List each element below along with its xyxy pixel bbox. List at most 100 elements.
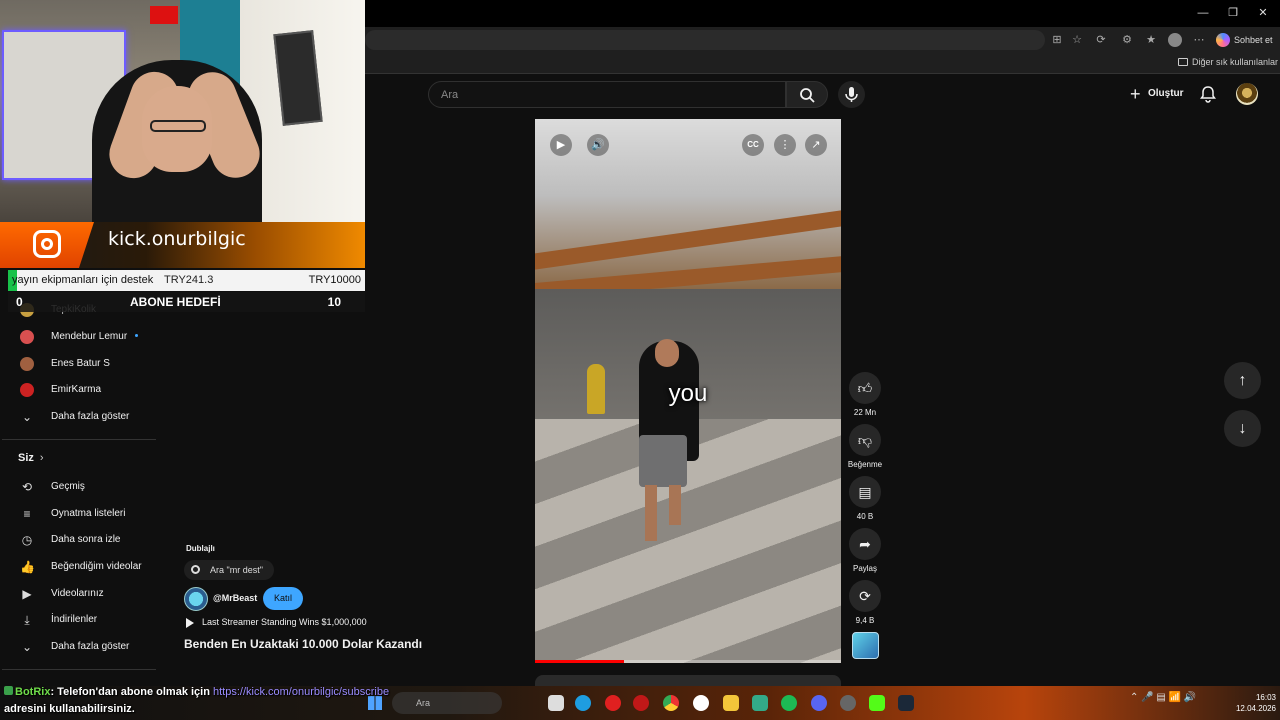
share-button[interactable]: ➦: [849, 528, 881, 560]
show-more-label: Daha fazla göster: [51, 411, 130, 422]
watch-later-icon: ◷: [21, 533, 33, 547]
fullscreen-icon[interactable]: ↗: [805, 134, 827, 156]
search-suggestion-chip[interactable]: Ara "mr dest": [184, 560, 274, 580]
sidebar-item-liked-videos[interactable]: 👍 Beğendiğim videolar: [16, 554, 156, 580]
sidebar-item-label: Beğendiğim videolar: [51, 561, 142, 572]
remix-count: 9,4 B: [855, 616, 875, 625]
play-icon: [186, 618, 194, 628]
app-icon[interactable]: [840, 695, 856, 711]
remix-icon: ⟳: [859, 588, 871, 604]
chat-message: BotRix: Telefon'dan abone olmak için htt…: [4, 686, 389, 698]
voice-search-button[interactable]: [838, 81, 865, 108]
download-icon: ⤓: [24, 613, 30, 627]
channel-avatar: [20, 357, 34, 371]
file-explorer-icon[interactable]: [723, 695, 739, 711]
account-avatar[interactable]: [1236, 83, 1258, 105]
channel-avatar: [20, 383, 34, 397]
maximize-icon[interactable]: ❐: [1226, 6, 1240, 20]
play-icon[interactable]: ▶: [550, 134, 572, 156]
comments-button[interactable]: ▤: [849, 476, 881, 508]
chrome-icon[interactable]: [663, 695, 679, 711]
video-progress-bar[interactable]: [535, 660, 841, 663]
video-frame-leg: [669, 485, 681, 525]
sidebar-item-label: Geçmiş: [51, 481, 85, 492]
arrow-up-icon: ↑: [1238, 372, 1247, 389]
sidebar-item-subscription[interactable]: Mendebur Lemur: [16, 324, 156, 350]
closed-captions-icon[interactable]: CC: [742, 134, 764, 156]
sidebar-divider: [2, 439, 156, 440]
sidebar-item-subscription[interactable]: Enes Batur S: [16, 351, 156, 377]
thumbs-down-icon: 👎︎: [857, 432, 873, 448]
channel-thumbnail[interactable]: [852, 632, 879, 659]
profile-icon[interactable]: [1168, 33, 1182, 47]
video-caption: you: [668, 380, 708, 407]
sidebar-item-downloads[interactable]: ⤓ İndirilenler: [16, 607, 156, 633]
taskbar-clock[interactable]: 16:03 12.04.2026: [1224, 692, 1276, 714]
other-favorites[interactable]: Diğer sık kullanılanlar: [1178, 57, 1278, 67]
next-short-button[interactable]: ↓: [1224, 410, 1261, 447]
favorite-star-icon[interactable]: ☆: [1070, 33, 1084, 47]
volume-icon[interactable]: 🔊: [587, 134, 609, 156]
minimize-icon[interactable]: —: [1196, 6, 1210, 20]
new-content-dot: [135, 334, 139, 337]
webcam-overlay: [0, 0, 365, 222]
search-button[interactable]: [786, 81, 828, 108]
you-section-header[interactable]: Siz ›: [18, 452, 44, 464]
join-button[interactable]: Katıl: [263, 587, 303, 610]
opera-icon[interactable]: [605, 695, 621, 711]
copilot-label: Sohbet et: [1234, 35, 1273, 45]
app-available-icon[interactable]: ⊞: [1050, 33, 1064, 47]
search-placeholder: Ara: [441, 89, 459, 101]
show-more-you[interactable]: ⌄ Daha fazla göster: [16, 634, 156, 660]
sidebar-item-watch-later[interactable]: ◷ Daha sonra izle: [16, 527, 156, 553]
edge-icon[interactable]: [575, 695, 591, 711]
history-icon: ⟲: [21, 480, 33, 494]
chat-message-prefix: : Telefon'dan abone olmak için: [50, 686, 213, 698]
sidebar-item-subscription[interactable]: EmirKarma: [16, 377, 156, 403]
chat-link: https://kick.com/onurbilgic/subscribe: [213, 686, 390, 698]
social-handle-banner: kick.onurbilgic: [0, 222, 365, 268]
sidebar-item-label: Daha sonra izle: [51, 534, 121, 545]
remix-button[interactable]: ⟳: [849, 580, 881, 612]
yandex-icon[interactable]: [693, 695, 709, 711]
sidebar-divider: [2, 669, 156, 670]
create-button[interactable]: + Oluştur: [1124, 82, 1184, 106]
your-videos-icon: ▶: [22, 587, 32, 601]
address-bar[interactable]: [365, 30, 1045, 50]
discord-icon[interactable]: [811, 695, 827, 711]
clock-time: 16:03: [1255, 693, 1276, 702]
store-icon[interactable]: [752, 695, 768, 711]
video-frame-person-head: [655, 339, 679, 367]
channel-name[interactable]: @MrBeast: [213, 593, 257, 603]
dislike-button[interactable]: 👎︎: [849, 424, 881, 456]
more-options-icon[interactable]: ⋮: [774, 134, 796, 156]
sidebar-item-your-videos[interactable]: ▶ Videolarınız: [16, 581, 156, 607]
chat-overlay: BotRix: Telefon'dan abone olmak için htt…: [0, 686, 430, 720]
sidebar-item-label: EmirKarma: [51, 384, 102, 395]
refresh-extension-icon[interactable]: ⟳: [1094, 33, 1108, 47]
more-menu-icon[interactable]: ⋯: [1192, 33, 1206, 47]
donation-current: TRY241.3: [164, 274, 214, 286]
opera-gx-icon[interactable]: [633, 695, 649, 711]
sidebar-item-playlists[interactable]: ≡ Oynatma listeleri: [16, 501, 156, 527]
show-more-subscriptions[interactable]: ⌄ Daha fazla göster: [16, 404, 156, 430]
video-frame-shorts: [639, 435, 687, 487]
sidebar-item-history[interactable]: ⟲ Geçmiş: [16, 474, 156, 500]
kick-icon[interactable]: [869, 695, 885, 711]
previous-short-button[interactable]: ↑: [1224, 362, 1261, 399]
copilot-button[interactable]: Sohbet et: [1214, 31, 1274, 49]
spotify-icon[interactable]: [781, 695, 797, 711]
short-title[interactable]: Benden En Uzaktaki 10.000 Dolar Kazandı: [184, 637, 422, 651]
close-icon[interactable]: ✕: [1256, 6, 1270, 20]
favorites-icon[interactable]: ★: [1144, 33, 1158, 47]
system-tray[interactable]: ⌃ 🎤 ▤ 📶 🔊: [1130, 692, 1220, 714]
steam-icon[interactable]: [898, 695, 914, 711]
task-view-icon[interactable]: [548, 695, 564, 711]
dubbed-label: Dublajlı: [186, 544, 215, 553]
search-input[interactable]: Ara: [428, 81, 786, 108]
notifications-button[interactable]: [1198, 84, 1218, 104]
like-button[interactable]: 👍︎: [849, 372, 881, 404]
related-video-link[interactable]: Last Streamer Standing Wins $1,000,000: [186, 617, 367, 628]
channel-avatar[interactable]: [184, 587, 208, 611]
extensions-icon[interactable]: ⚙: [1120, 33, 1134, 47]
